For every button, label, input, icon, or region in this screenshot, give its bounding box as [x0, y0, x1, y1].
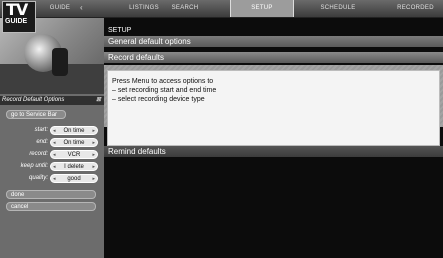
- record-defaults-header[interactable]: Record defaults: [104, 52, 443, 63]
- nav-item-guide[interactable]: Guide: [48, 0, 72, 17]
- remind-defaults-header[interactable]: Remind defaults: [104, 146, 443, 157]
- option-end-selector[interactable]: ◂ On time ▸: [50, 138, 98, 147]
- option-label-end: end:: [36, 139, 48, 145]
- done-button[interactable]: done: [6, 190, 96, 199]
- panel-title-text: Record Default Options: [2, 97, 65, 103]
- record-options-panel: Record Default Options ⊠ go to Service B…: [0, 94, 105, 258]
- chevron-left-icon: ◂: [53, 140, 56, 146]
- panel-close-icon[interactable]: ⊠: [96, 96, 101, 105]
- top-nav-bar: TV GUIDE Guide ‹ Listings Search Setup S…: [0, 0, 443, 33]
- option-keep-until-selector[interactable]: ◂ I delete ▸: [50, 162, 98, 171]
- chevron-right-icon: ▸: [92, 140, 95, 146]
- option-label-keep-until: keep until:: [20, 163, 48, 169]
- option-label-record: record:: [29, 151, 48, 157]
- option-quality-selector[interactable]: ◂ good ▸: [50, 174, 98, 183]
- panel-title: Record Default Options ⊠: [0, 96, 104, 105]
- info-line: – set recording start and end time: [112, 87, 217, 94]
- chevron-right-icon: ▸: [92, 176, 95, 182]
- general-defaults-header: General default options: [104, 36, 443, 47]
- nav-item-schedule[interactable]: Schedule: [318, 0, 358, 17]
- info-line: – select recording device type: [112, 96, 205, 103]
- logo-guide-text: GUIDE: [5, 18, 28, 25]
- option-label-quality: quality:: [28, 175, 48, 181]
- logo-tv-text: TV: [6, 0, 28, 19]
- nav-item-search[interactable]: Search: [170, 0, 200, 17]
- info-line: Press Menu to access options to: [112, 78, 214, 85]
- chevron-right-icon: ▸: [92, 128, 95, 134]
- option-start-selector[interactable]: ◂ On time ▸: [50, 126, 98, 135]
- chevron-right-icon: ▸: [92, 152, 95, 158]
- option-record-selector[interactable]: ◂ VCR ▸: [50, 150, 98, 159]
- option-label-start: start:: [34, 127, 48, 133]
- setup-content-area: SETUP General default options Record def…: [104, 18, 443, 258]
- option-value-start: On time: [63, 128, 85, 134]
- chevron-left-icon: ◂: [53, 152, 56, 158]
- nav-item-recorded[interactable]: Recorded: [388, 0, 443, 17]
- chevron-left-icon: ◂: [53, 128, 56, 134]
- option-value-record: VCR: [67, 152, 81, 158]
- chevron-left-icon: ◂: [53, 176, 56, 182]
- cancel-button[interactable]: cancel: [6, 202, 96, 211]
- chevron-left-icon: ◂: [53, 164, 56, 170]
- option-value-quality: good: [67, 176, 81, 182]
- nav-item-listings[interactable]: Listings: [124, 0, 164, 17]
- preview-player-figure: [52, 48, 68, 76]
- tv-guide-logo: TV GUIDE: [2, 0, 36, 33]
- breadcrumb: SETUP: [108, 27, 132, 34]
- nav-item-setup[interactable]: Setup: [230, 0, 294, 17]
- option-value-end: On time: [63, 140, 85, 146]
- nav-left-arrow-icon[interactable]: ‹: [80, 3, 83, 12]
- service-bar-button[interactable]: go to Service Bar: [6, 110, 66, 119]
- chevron-right-icon: ▸: [92, 164, 95, 170]
- option-value-keep-until: I delete: [64, 164, 84, 170]
- record-defaults-info-box: Press Menu to access options to – set re…: [107, 70, 440, 146]
